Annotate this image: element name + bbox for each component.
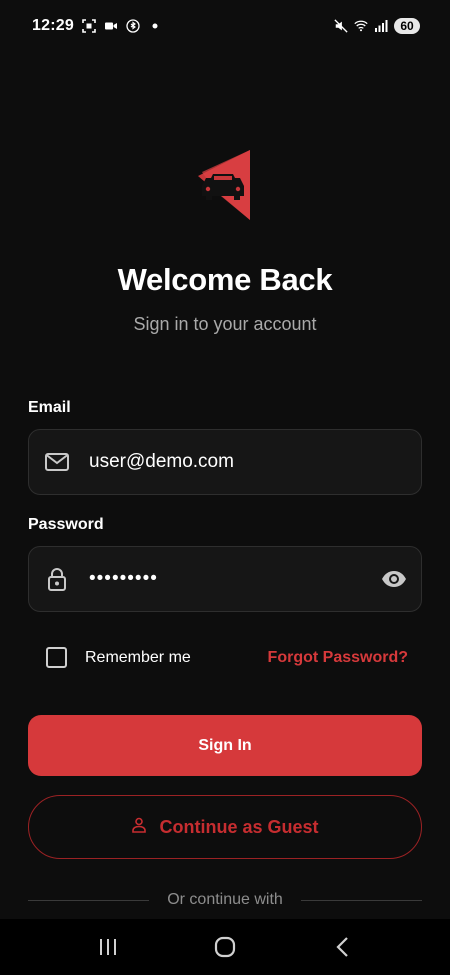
recents-icon[interactable] <box>88 927 128 967</box>
bluetooth-icon <box>126 19 140 33</box>
mute-icon <box>334 19 348 33</box>
status-left: 12:29 <box>32 17 162 35</box>
status-time: 12:29 <box>32 17 74 34</box>
back-icon[interactable] <box>322 927 362 967</box>
screenshot-icon <box>82 19 96 33</box>
forgot-password-link[interactable]: Forgot Password? <box>268 649 408 667</box>
signal-icon <box>374 19 388 33</box>
video-icon <box>104 19 118 33</box>
password-field[interactable] <box>28 546 422 612</box>
email-field[interactable] <box>28 429 422 495</box>
password-label: Password <box>28 516 104 533</box>
or-divider: Or continue with <box>28 889 423 911</box>
battery-indicator: 60 <box>394 18 420 34</box>
wifi-icon <box>354 19 368 33</box>
divider-text: Or continue with <box>167 891 283 908</box>
mail-icon <box>45 450 69 474</box>
home-icon[interactable] <box>205 927 245 967</box>
page-title: Welcome Back <box>117 262 333 297</box>
password-input[interactable] <box>89 568 381 590</box>
continue-as-guest-button[interactable]: Continue as Guest <box>28 795 422 859</box>
dot-icon <box>148 19 162 33</box>
email-input[interactable] <box>89 451 421 473</box>
remember-me-row[interactable]: Remember me <box>46 647 191 668</box>
remember-label: Remember me <box>85 648 191 666</box>
lock-icon <box>45 567 69 591</box>
system-nav-bar <box>0 919 450 975</box>
app-logo <box>190 150 256 224</box>
guest-label: Continue as Guest <box>159 816 319 837</box>
status-bar: 12:29 60 <box>0 0 450 52</box>
page-subtitle: Sign in to your account <box>133 314 317 334</box>
divider-line-left <box>28 899 150 901</box>
eye-icon[interactable] <box>381 566 407 592</box>
remember-checkbox[interactable] <box>46 647 67 668</box>
email-label: Email <box>28 399 71 416</box>
sign-in-button[interactable]: Sign In <box>28 715 422 776</box>
person-icon <box>131 817 147 838</box>
divider-line-right <box>300 899 423 901</box>
status-right: 60 <box>334 18 420 34</box>
